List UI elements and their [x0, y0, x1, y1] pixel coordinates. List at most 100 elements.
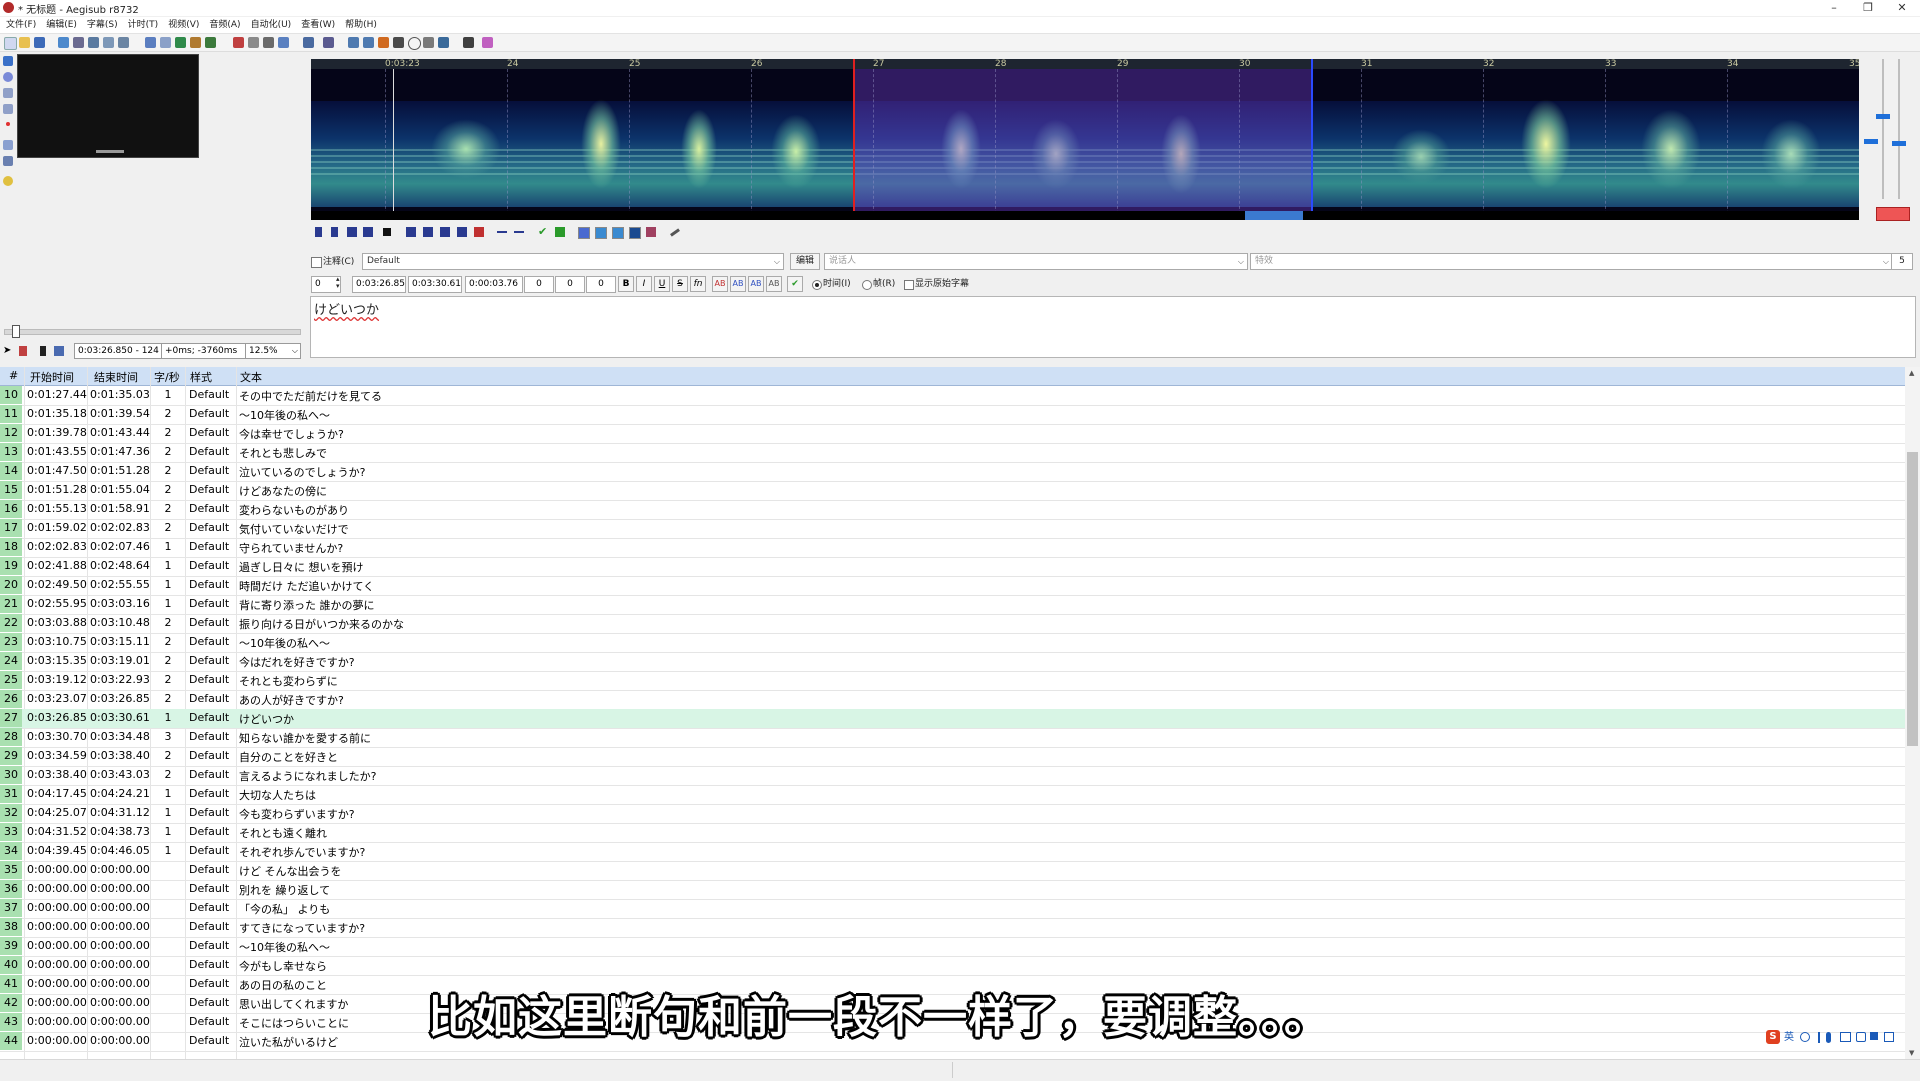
- auto-next-icon[interactable]: [595, 227, 607, 239]
- play-before-icon[interactable]: [406, 227, 416, 237]
- comment-checkbox[interactable]: [311, 257, 322, 268]
- play-after-icon[interactable]: [423, 227, 433, 237]
- grid-scroll-thumb[interactable]: [1907, 452, 1918, 746]
- shadow-color-button[interactable]: AB: [766, 276, 782, 292]
- table-row[interactable]: 25 0:03:19.12 0:03:22.93 2 Default それとも変わらずに: [0, 671, 1905, 691]
- table-row[interactable]: 33 0:04:31.52 0:04:38.73 1 Default それとも遠く離れ: [0, 823, 1905, 843]
- select-lines-icon[interactable]: [423, 37, 434, 48]
- spell-check-icon[interactable]: [278, 37, 289, 48]
- drag-tool-icon[interactable]: [3, 72, 13, 82]
- duration-field[interactable]: 0:00:03.76: [465, 276, 523, 293]
- table-row[interactable]: 18 0:02:02.83 0:02:07.46 1 Default 守られていませんか?: [0, 538, 1905, 558]
- strikeout-button[interactable]: S: [672, 276, 688, 292]
- start-time-field[interactable]: 0:03:26.85: [352, 276, 406, 293]
- auto-scroll-audio-icon[interactable]: [612, 227, 624, 239]
- snap-start-icon[interactable]: [348, 37, 359, 48]
- line-end-marker[interactable]: [1311, 59, 1313, 219]
- line-start-marker[interactable]: [853, 59, 855, 219]
- underline-button[interactable]: U: [654, 276, 670, 292]
- video-zoom-select[interactable]: 12.5% ⌵: [245, 343, 301, 359]
- play-selection-icon[interactable]: [347, 227, 357, 237]
- bold-button[interactable]: B: [618, 276, 634, 292]
- menu-timing[interactable]: 计时(T): [123, 17, 164, 33]
- automation-icon[interactable]: [303, 37, 314, 48]
- auto-scroll-icon[interactable]: [54, 346, 64, 356]
- stop-audio-icon[interactable]: [383, 228, 391, 236]
- translation-assistant-icon[interactable]: [233, 37, 244, 48]
- auto-commit-icon[interactable]: [578, 227, 590, 239]
- table-row[interactable]: 31 0:04:17.45 0:04:24.21 1 Default 大切な人たちは: [0, 785, 1905, 805]
- frame-mode-radio[interactable]: [862, 280, 872, 290]
- end-time-field[interactable]: 0:03:30.61: [408, 276, 462, 293]
- selected-line-region[interactable]: [853, 69, 1311, 219]
- table-row[interactable]: 16 0:01:55.13 0:01:58.91 2 Default 変わらないものがあり: [0, 500, 1905, 520]
- minimize-button[interactable]: –: [1816, 0, 1852, 16]
- play-line-audio-icon[interactable]: [363, 227, 373, 237]
- options-icon[interactable]: [463, 37, 474, 48]
- video-offset-field[interactable]: +0ms; -3760ms: [161, 343, 247, 359]
- open-video-icon[interactable]: [58, 37, 69, 48]
- pause-icon[interactable]: [40, 346, 46, 356]
- table-row[interactable]: 36 0:00:00.00 0:00:00.00 Default 別れを 繰り返して: [0, 880, 1905, 900]
- subtitle-grid[interactable]: # 开始时间 结束时间 字/秒 样式 文本 10 0:01:27.44 0:01:3…: [0, 367, 1905, 1059]
- lead-out-icon[interactable]: [514, 231, 524, 233]
- italic-button[interactable]: I: [636, 276, 652, 292]
- table-row[interactable]: 14 0:01:47.50 0:01:51.28 2 Default 泣いているのでしょう…: [0, 462, 1905, 482]
- timing-postprocessor-icon[interactable]: [263, 37, 274, 48]
- next-line-icon[interactable]: [331, 227, 338, 237]
- new-file-icon[interactable]: [4, 37, 17, 50]
- video-seek-bar[interactable]: [4, 329, 301, 335]
- table-row[interactable]: 38 0:00:00.00 0:00:00.00 Default すてきになっていますか…: [0, 918, 1905, 938]
- clock-icon[interactable]: [408, 37, 421, 50]
- audio-scrollbar[interactable]: [311, 211, 1859, 220]
- check-icon[interactable]: [438, 37, 449, 48]
- audio-spectrum-display[interactable]: 0:03:23 24 25 26 27 28 29 30 31 32 33 34…: [311, 59, 1859, 219]
- video-display[interactable]: [17, 54, 199, 158]
- clip-icon[interactable]: [3, 140, 13, 150]
- scale-icon[interactable]: [6, 122, 10, 126]
- resample-icon[interactable]: [205, 37, 216, 48]
- table-row[interactable]: 35 0:00:00.00 0:00:00.00 Default けど そんな出会うを: [0, 861, 1905, 881]
- prev-line-icon[interactable]: [315, 227, 322, 237]
- table-row[interactable]: 30 0:03:38.40 0:03:43.03 2 Default 言えるようになれまし…: [0, 766, 1905, 786]
- table-row[interactable]: 17 0:01:59.02 0:02:02.83 2 Default 気付いていないだけで: [0, 519, 1905, 539]
- styling-assistant-icon[interactable]: [160, 37, 171, 48]
- table-row[interactable]: 20 0:02:49.50 0:02:55.55 1 Default 時間だけ ただ追いか…: [0, 576, 1905, 596]
- header-start-time[interactable]: 开始时间: [30, 369, 74, 385]
- time-mode-radio[interactable]: [812, 280, 822, 290]
- jump-icon[interactable]: [73, 37, 84, 48]
- play-last-500-icon[interactable]: [457, 227, 467, 237]
- subtitle-text-editor[interactable]: けどいつか: [310, 296, 1916, 358]
- skin-icon[interactable]: [1856, 1032, 1866, 1042]
- style-select[interactable]: Default ⌵: [362, 253, 784, 270]
- menu-audio[interactable]: 音频(A): [204, 17, 245, 33]
- table-row[interactable]: 22 0:03:03.88 0:03:10.48 2 Default 振り向ける日がいつか…: [0, 614, 1905, 634]
- shift-times-icon[interactable]: [378, 37, 389, 48]
- table-row[interactable]: 28 0:03:30.70 0:03:34.48 3 Default 知らない誰かを愛する…: [0, 728, 1905, 748]
- table-row[interactable]: 19 0:02:41.88 0:02:48.64 1 Default 過ぎし日々に 想いを…: [0, 557, 1905, 577]
- commit-check-icon[interactable]: ✔: [787, 276, 803, 292]
- zoom-icon[interactable]: [88, 37, 99, 48]
- table-row[interactable]: 12 0:01:39.78 0:01:43.44 2 Default 今は幸せでしょうか?: [0, 424, 1905, 444]
- rotate-xy-icon[interactable]: [3, 104, 13, 114]
- attachments-icon[interactable]: [175, 37, 186, 48]
- vertical-zoom-handle[interactable]: [1864, 139, 1878, 144]
- font-button[interactable]: fn: [690, 276, 706, 292]
- commit-check-icon[interactable]: ✔: [538, 226, 548, 237]
- video-time-field[interactable]: 0:03:26.850 - 124: [74, 343, 164, 359]
- margin-right-field[interactable]: 0: [555, 276, 585, 293]
- header-text[interactable]: 文本: [240, 369, 262, 385]
- outline-color-button[interactable]: AB: [748, 276, 764, 292]
- maximize-button[interactable]: ❐: [1850, 0, 1886, 16]
- table-row[interactable]: 13 0:01:43.55 0:01:47.36 2 Default それとも悲しみで: [0, 443, 1905, 463]
- show-original-checkbox[interactable]: [904, 280, 914, 290]
- table-row[interactable]: 26 0:03:23.07 0:03:26.85 2 Default あの人が好きですか?: [0, 690, 1905, 710]
- toolbox-icon[interactable]: [1884, 1032, 1894, 1042]
- table-row[interactable]: 11 0:01:35.18 0:01:39.54 2 Default ～10年後の私へ～: [0, 405, 1905, 425]
- sogou-ime-icon[interactable]: S: [1766, 1030, 1780, 1044]
- volume-slider[interactable]: [1898, 59, 1900, 199]
- shirt-icon[interactable]: [1870, 1032, 1878, 1040]
- actor-select[interactable]: 说话人 ⌵: [824, 253, 1248, 270]
- header-cps[interactable]: 字/秒: [154, 369, 180, 385]
- margin-vertical-field[interactable]: 0: [586, 276, 616, 293]
